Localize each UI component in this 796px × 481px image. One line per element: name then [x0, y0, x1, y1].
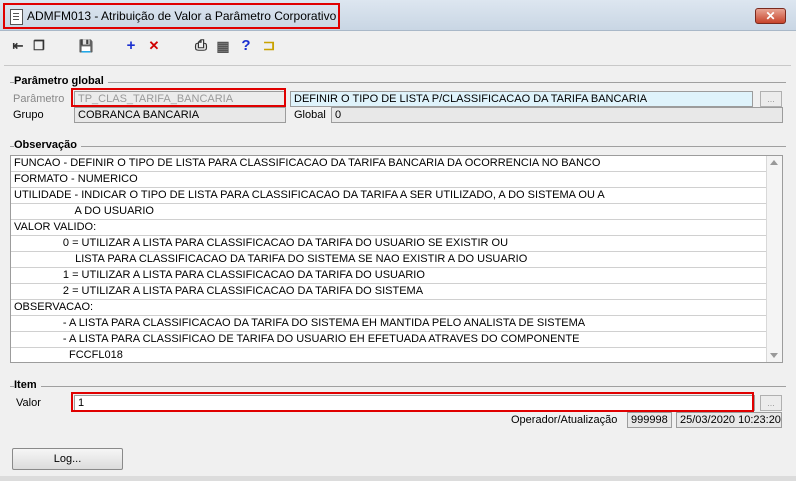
memo-line: FUNCAO - DEFINIR O TIPO DE LISTA PARA CL…: [11, 156, 768, 172]
parametro-label: Parâmetro: [13, 93, 65, 105]
parametro-global-title: Parâmetro global: [14, 75, 108, 87]
memo-line: OBSERVACAO:: [11, 300, 768, 316]
document-icon: [10, 9, 23, 25]
memo-line: - A LISTA PARA CLASSIFICAO DE TARIFA DO …: [11, 332, 768, 348]
title-highlight-box: ADMFM013 - Atribuição de Valor a Parâmet…: [3, 3, 340, 29]
memo-line: 0 = UTILIZAR A LISTA PARA CLASSIFICACAO …: [11, 236, 768, 252]
memo-line: UTILIDADE - INDICAR O TIPO DE LISTA PARA…: [11, 188, 768, 204]
observacao-memo[interactable]: FUNCAO - DEFINIR O TIPO DE LISTA PARA CL…: [10, 155, 783, 363]
memo-line: - A LISTA PARA CLASSIFICACAO DA TARIFA D…: [11, 316, 768, 332]
scroll-up-icon[interactable]: [770, 160, 778, 165]
multi-window-icon[interactable]: ❐: [30, 37, 48, 55]
delete-icon[interactable]: ✕: [145, 37, 163, 55]
valor-label: Valor: [16, 397, 41, 409]
memo-line: VALOR VALIDO:: [11, 220, 768, 236]
window-title: ADMFM013 - Atribuição de Valor a Parâmet…: [27, 9, 337, 23]
exit-door-icon[interactable]: ⊐: [260, 37, 278, 55]
memo-line: 2 = UTILIZAR A LISTA PARA CLASSIFICACAO …: [11, 284, 768, 300]
print-icon[interactable]: ⎙: [192, 37, 210, 55]
parametro-highlight-box: [71, 88, 286, 107]
memo-line: A DO USUARIO: [11, 204, 768, 220]
save-icon[interactable]: 💾: [77, 37, 95, 55]
global-field[interactable]: 0: [331, 107, 783, 123]
memo-line: LISTA PARA CLASSIFICACAO DA TARIFA DO SI…: [11, 252, 768, 268]
title-bar: ADMFM013 - Atribuição de Valor a Parâmet…: [0, 0, 796, 31]
help-icon[interactable]: ?: [237, 37, 255, 55]
valor-highlight-box: [71, 392, 754, 412]
memo-line: FORMATO - NUMERICO: [11, 172, 768, 188]
grid-icon[interactable]: ▦: [214, 37, 232, 55]
grupo-label: Grupo: [13, 109, 44, 121]
atualizacao-field: 25/03/2020 10:23:20: [676, 412, 782, 428]
global-label: Global: [294, 109, 326, 121]
memo-scrollbar[interactable]: [766, 156, 782, 362]
parametro-description-field[interactable]: DEFINIR O TIPO DE LISTA P/CLASSIFICACAO …: [290, 91, 753, 107]
toolbar: ⇤ ❐ 💾 + ✕ ⎙ ▦ ? ⊐: [0, 33, 796, 59]
memo-line: FCCFL018: [14, 349, 123, 361]
memo-line: 1 = UTILIZAR A LISTA PARA CLASSIFICACAO …: [11, 268, 768, 284]
operador-field: 999998: [627, 412, 672, 428]
valor-lookup-button[interactable]: ...: [760, 395, 782, 411]
first-record-icon[interactable]: ⇤: [9, 37, 27, 55]
add-icon[interactable]: +: [122, 37, 140, 55]
close-button[interactable]: ✕: [755, 8, 786, 24]
observacao-title: Observação: [14, 139, 81, 151]
window-bottom-edge: [0, 476, 796, 481]
parametro-lookup-button[interactable]: ...: [760, 91, 782, 107]
log-button[interactable]: Log...: [12, 448, 123, 470]
item-title: Item: [14, 379, 41, 391]
operador-label: Operador/Atualização: [511, 414, 618, 426]
grupo-field[interactable]: COBRANCA BANCARIA: [74, 107, 286, 123]
toolbar-separator: [4, 65, 791, 66]
scroll-down-icon[interactable]: [770, 353, 778, 358]
